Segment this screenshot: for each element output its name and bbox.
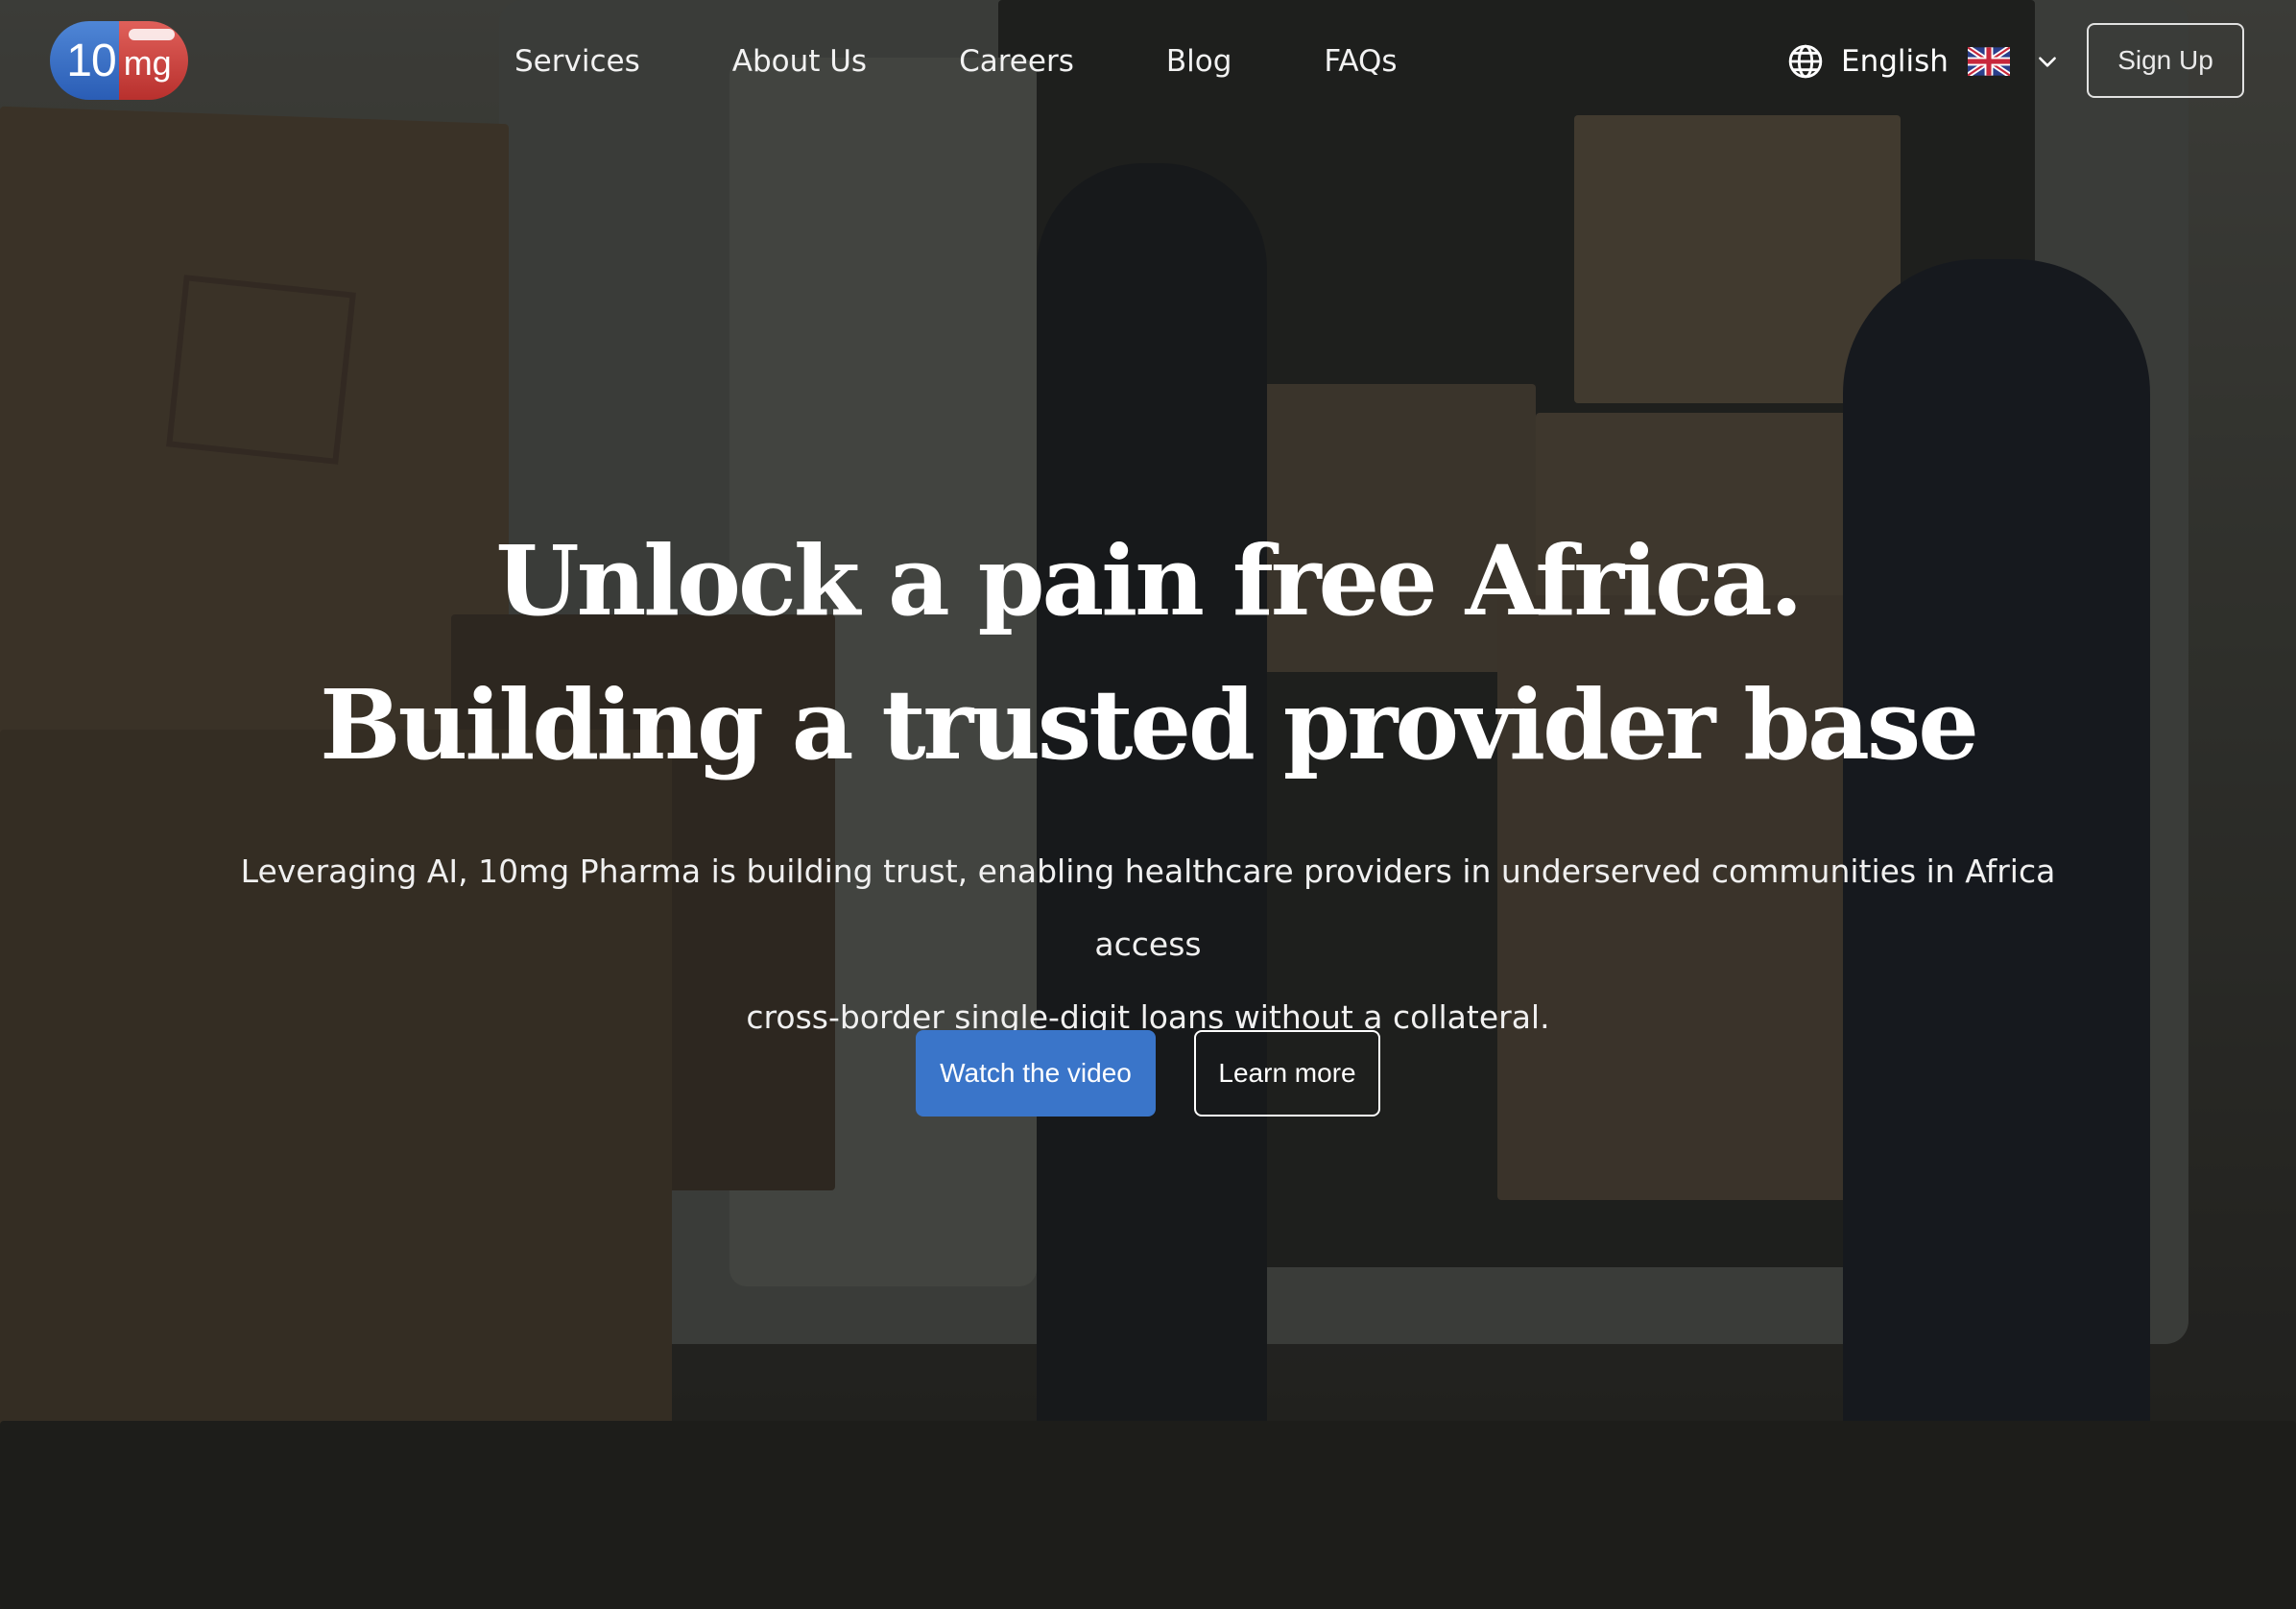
chevron-down-icon bbox=[2039, 57, 2056, 67]
language-selector[interactable]: English bbox=[1787, 36, 2060, 86]
hero-dark-overlay bbox=[0, 0, 2296, 1609]
nav-item-about-us[interactable]: About Us bbox=[732, 44, 867, 79]
sign-up-button[interactable]: Sign Up bbox=[2087, 23, 2244, 98]
nav-item-services[interactable]: Services bbox=[514, 44, 640, 79]
site-header: 10 mg Services About Us Careers Blog FAQ… bbox=[0, 0, 2296, 123]
hero-title-line-1: Unlock a pain free Africa. bbox=[495, 524, 1803, 637]
hero-subtitle: Leveraging AI, 10mg Pharma is building t… bbox=[188, 835, 2108, 1054]
logo-text: 10 mg bbox=[50, 21, 188, 100]
globe-icon bbox=[1788, 44, 1823, 79]
learn-more-button[interactable]: Learn more bbox=[1194, 1030, 1380, 1117]
nav-item-careers[interactable]: Careers bbox=[959, 44, 1074, 79]
logo[interactable]: 10 mg bbox=[50, 21, 188, 100]
nav-item-faqs[interactable]: FAQs bbox=[1324, 44, 1397, 79]
cta-row: Watch the video Learn more bbox=[0, 1030, 2296, 1117]
watch-video-button[interactable]: Watch the video bbox=[916, 1030, 1156, 1117]
logo-number: 10 bbox=[66, 35, 116, 86]
hero-title-line-2: Building a trusted provider base bbox=[320, 668, 1979, 781]
nav-item-blog[interactable]: Blog bbox=[1166, 44, 1232, 79]
hero-subtitle-line-1: Leveraging AI, 10mg Pharma is building t… bbox=[240, 853, 2056, 963]
logo-unit: mg bbox=[123, 43, 172, 83]
hero-title: Unlock a pain free Africa. Building a tr… bbox=[0, 509, 2296, 797]
uk-flag-icon bbox=[1967, 47, 2010, 76]
language-label: English bbox=[1841, 44, 1949, 79]
main-nav: Services About Us Careers Blog FAQs bbox=[514, 35, 1490, 88]
